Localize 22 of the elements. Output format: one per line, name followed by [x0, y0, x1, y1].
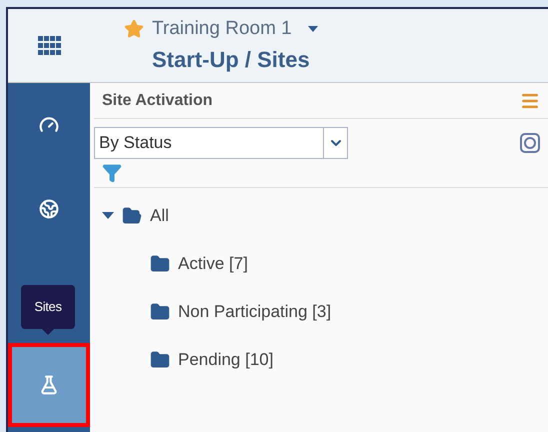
folder-icon	[150, 254, 170, 274]
caret-icon[interactable]	[308, 26, 318, 32]
globe-icon	[39, 199, 59, 219]
page-title: Start-Up / Sites	[152, 46, 311, 74]
tree-item[interactable]: All	[150, 203, 169, 229]
panel-title: Site Activation	[102, 90, 213, 110]
tree-item[interactable]: Active [7]	[178, 251, 248, 277]
flask-icon	[39, 375, 59, 395]
room-name[interactable]: Training Room 1	[152, 14, 292, 44]
gauge-icon	[39, 115, 59, 135]
camera-icon[interactable]	[520, 133, 540, 153]
status-select[interactable]: By Status	[94, 127, 348, 159]
filter-icon[interactable]	[102, 163, 122, 183]
folder-icon	[150, 350, 170, 370]
tree-item[interactable]: Pending [10]	[178, 347, 274, 373]
folder-icon	[150, 302, 170, 322]
caret-icon[interactable]	[102, 212, 114, 220]
apps-grid-icon[interactable]	[38, 36, 62, 56]
tooltip: Sites	[21, 285, 75, 335]
star-icon[interactable]	[124, 19, 144, 39]
tree-item[interactable]: Non Participating [3]	[178, 299, 332, 325]
folder-icon	[122, 206, 142, 226]
